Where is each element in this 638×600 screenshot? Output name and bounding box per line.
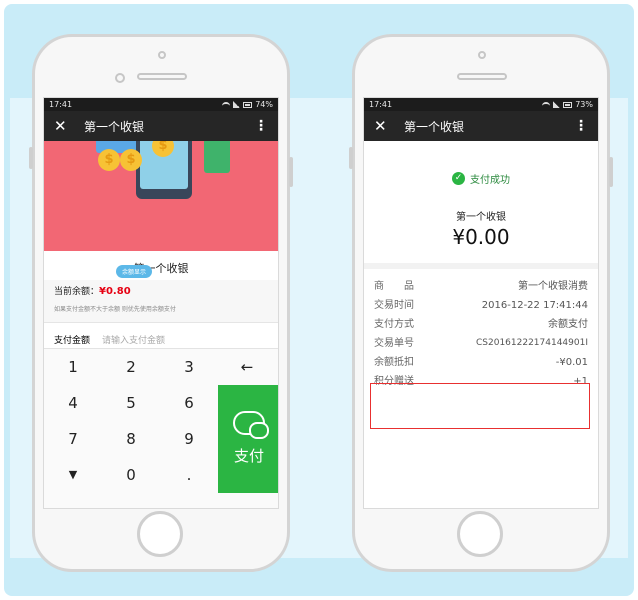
numeric-keypad: 1 2 3 ← 4 5 6 7 8 9 ▼ 0 . 支付 [44, 348, 278, 508]
pay-button-label: 支付 [233, 447, 264, 465]
merchant-name: 第一个收银 [456, 212, 506, 223]
page-title: 第一个收银 [404, 119, 465, 134]
battery-level: 73% [575, 100, 593, 109]
amount-input[interactable]: 请输入支付金额 [102, 333, 165, 346]
signal-icon [553, 101, 561, 108]
detail-label: 支付方式 [374, 319, 414, 330]
backspace-key[interactable]: ← [218, 349, 276, 385]
front-camera-icon [158, 51, 166, 59]
power-button [289, 157, 293, 187]
balance-note: 如果支付金额不大于余额 则优先使用余额支付 [54, 306, 176, 313]
detail-value: 第一个收银消费 [518, 281, 588, 292]
home-button[interactable] [457, 511, 503, 557]
title-bar: ✕ 第一个收银 ⋮ [364, 111, 598, 141]
key-6[interactable]: 6 [160, 385, 218, 421]
wechat-icon [233, 411, 269, 439]
more-menu-icon[interactable]: ⋮ [574, 118, 588, 134]
store-title-row: 第一个收银 余额显示 [44, 251, 278, 280]
balance-section: 当前余额：¥0.80 如果支付金额不大于余额 则优先使用余额支付 [44, 280, 278, 322]
home-button[interactable] [137, 511, 183, 557]
battery-level: 74% [255, 100, 273, 109]
pay-button[interactable]: 支付 [218, 385, 278, 493]
coin-icon: $ [120, 149, 142, 171]
key-1[interactable]: 1 [44, 349, 102, 385]
status-bar: 17:41 74% [44, 98, 278, 111]
balance-amount: ¥0.80 [99, 286, 131, 297]
cash-graphic [204, 141, 230, 173]
page-title: 第一个收银 [84, 119, 145, 134]
right-screen: 17:41 73% ✕ 第一个收银 ⋮ ✓ 支付成功 第一个收银 ¥0.00 商… [363, 97, 599, 509]
key-2[interactable]: 2 [102, 349, 160, 385]
detail-row: 支付方式 余额支付 [374, 315, 588, 334]
close-icon[interactable]: ✕ [54, 117, 76, 135]
amount-label: 支付金额 [54, 336, 91, 346]
speaker-grille [457, 73, 507, 80]
decimal-key[interactable]: . [160, 457, 218, 493]
success-banner: ✓ 支付成功 [364, 141, 598, 186]
balance-tooltip: 余额显示 [116, 265, 153, 278]
power-button [609, 157, 613, 187]
key-8[interactable]: 8 [102, 421, 160, 457]
right-phone: 17:41 73% ✕ 第一个收银 ⋮ ✓ 支付成功 第一个收银 ¥0.00 商… [349, 34, 613, 572]
banner-image: $ $ $ [44, 141, 278, 251]
sensor-icon [115, 73, 125, 83]
wifi-icon [542, 101, 551, 108]
coin-icon: $ [98, 149, 120, 171]
volume-button [29, 147, 33, 169]
volume-button [349, 147, 353, 169]
close-icon[interactable]: ✕ [374, 117, 396, 135]
check-circle-icon: ✓ [452, 172, 465, 185]
detail-row: 交易单号 CS20161222174144901I [374, 334, 588, 353]
status-time: 17:41 [49, 100, 73, 109]
detail-label: 商 品 [374, 281, 414, 292]
more-menu-icon[interactable]: ⋮ [254, 118, 268, 134]
key-5[interactable]: 5 [102, 385, 160, 421]
detail-value: -¥0.01 [555, 357, 588, 368]
battery-icon [563, 101, 573, 108]
detail-row: 余额抵扣 -¥0.01 [374, 353, 588, 372]
left-phone: 17:41 74% ✕ 第一个收银 ⋮ $ $ $ 第一个收银 余额显示 当前余… [29, 34, 293, 572]
detail-label: 余额抵扣 [374, 357, 414, 368]
key-4[interactable]: 4 [44, 385, 102, 421]
detail-row: 交易时间 2016-12-22 17:41:44 [374, 296, 588, 315]
detail-value: 余额支付 [548, 319, 588, 330]
key-0[interactable]: 0 [102, 457, 160, 493]
balance-line: 当前余额：¥0.80 [54, 284, 268, 297]
left-screen: 17:41 74% ✕ 第一个收银 ⋮ $ $ $ 第一个收银 余额显示 当前余… [43, 97, 279, 509]
detail-value: CS20161222174144901I [476, 338, 588, 348]
detail-label: 交易单号 [374, 338, 414, 349]
success-text: 支付成功 [470, 175, 510, 186]
receipt-panel: ✓ 支付成功 第一个收银 ¥0.00 商 品 第一个收银消费 交易时间 2016… [364, 141, 598, 508]
front-camera-icon [478, 51, 486, 59]
key-9[interactable]: 9 [160, 421, 218, 457]
battery-icon [243, 101, 253, 108]
signal-icon [233, 101, 241, 108]
detail-value: 2016-12-22 17:41:44 [481, 300, 588, 311]
detail-row: 商 品 第一个收银消费 [374, 277, 588, 296]
speaker-grille [137, 73, 187, 80]
key-3[interactable]: 3 [160, 349, 218, 385]
title-bar: ✕ 第一个收银 ⋮ [44, 111, 278, 141]
detail-label: 交易时间 [374, 300, 414, 311]
key-7[interactable]: 7 [44, 421, 102, 457]
collapse-keypad-key[interactable]: ▼ [44, 457, 102, 493]
status-time: 17:41 [369, 100, 393, 109]
paid-amount: ¥0.00 [452, 225, 510, 249]
balance-label: 当前余额： [54, 287, 100, 297]
transaction-details: 商 品 第一个收银消费 交易时间 2016-12-22 17:41:44 支付方… [364, 269, 598, 391]
wifi-icon [222, 101, 231, 108]
status-bar: 17:41 73% [364, 98, 598, 111]
highlight-box [370, 383, 590, 429]
